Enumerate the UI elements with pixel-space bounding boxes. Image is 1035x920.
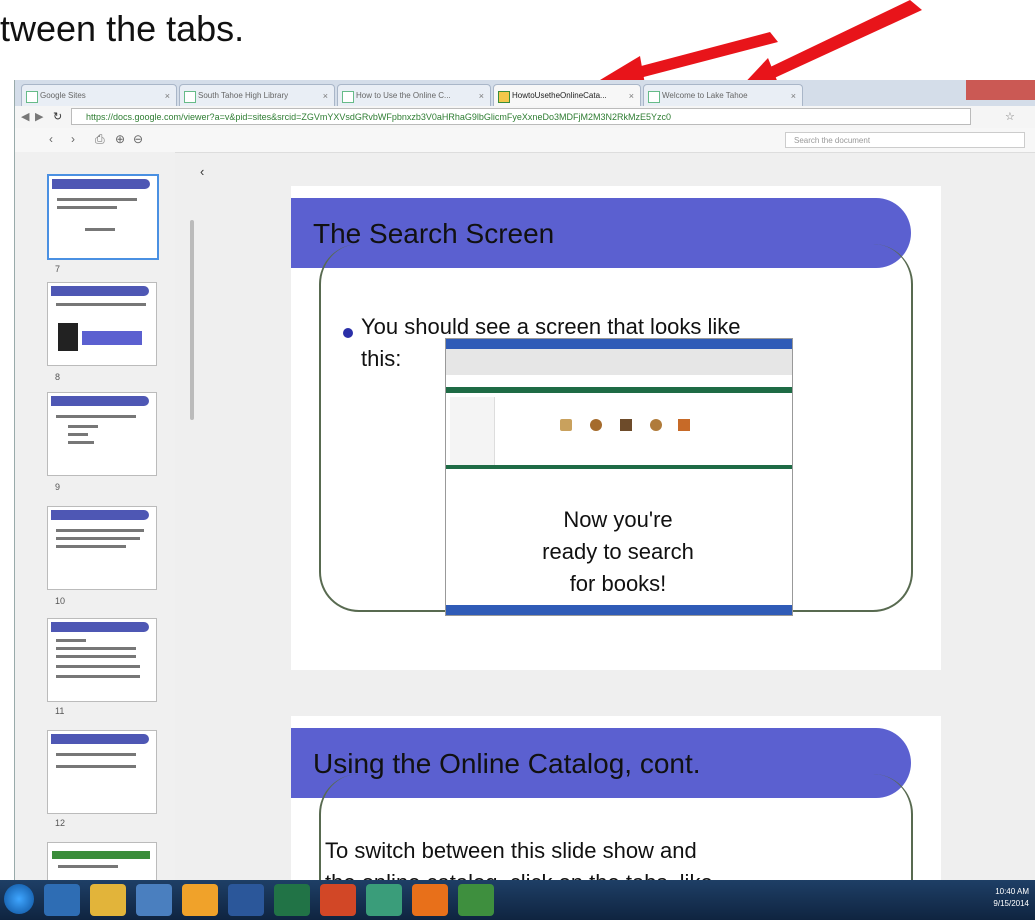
prev-page-icon[interactable]: ‹: [49, 132, 53, 146]
body-text-line-2: the online catalog, click on the tabs, l…: [325, 870, 713, 880]
ready-line-2: ready to search: [542, 539, 694, 564]
thumbnail-slide[interactable]: [47, 618, 157, 702]
sidebar-scrollbar[interactable]: [190, 220, 194, 420]
close-icon[interactable]: ×: [323, 85, 328, 106]
chrome-icon[interactable]: [458, 884, 494, 916]
thumbnail-slide[interactable]: [47, 506, 157, 590]
reload-icon[interactable]: ↻: [53, 110, 62, 123]
body-text-line-1: To switch between this slide show and: [325, 838, 697, 863]
page-icon: [342, 91, 354, 103]
back-icon[interactable]: ◀: [21, 110, 29, 123]
tab-label: How to Use the Online C...: [356, 91, 451, 100]
powerpoint-icon[interactable]: [320, 884, 356, 916]
thumbnail-slide[interactable]: [47, 174, 159, 260]
app-icon[interactable]: [136, 884, 172, 916]
tab-lake-tahoe[interactable]: Welcome to Lake Tahoe ×: [643, 84, 803, 106]
clock-time: 10:40 AM: [995, 887, 1029, 896]
url-field[interactable]: https://docs.google.com/viewer?a=v&pid=s…: [71, 108, 971, 125]
publisher-icon[interactable]: [366, 884, 402, 916]
excel-icon[interactable]: [274, 884, 310, 916]
close-icon[interactable]: ×: [165, 85, 170, 106]
search-document-input[interactable]: Search the document: [785, 132, 1025, 148]
slide-online-catalog: Using the Online Catalog, cont. To switc…: [291, 716, 941, 880]
thumbnail-slide[interactable]: [47, 282, 157, 366]
slide-caption: tween the tabs.: [0, 8, 245, 49]
tab-how-to-use[interactable]: How to Use the Online C... ×: [337, 84, 491, 106]
print-icon[interactable]: ⎙: [95, 132, 105, 147]
tab-strip: Google Sites × South Tahoe High Library …: [15, 80, 1035, 106]
close-icon[interactable]: ×: [479, 85, 484, 106]
thumbnail-number: 9: [55, 482, 61, 492]
tab-active-document[interactable]: HowtoUsetheOnlineCata... ×: [493, 84, 641, 106]
taskbar: 10:40 AM 9/15/2014: [0, 880, 1035, 920]
chevron-left-icon[interactable]: ‹: [200, 164, 204, 179]
thumbnail-slide[interactable]: [47, 730, 157, 814]
thumbnail-number: 12: [55, 818, 66, 828]
thumbnail-number: 10: [55, 596, 66, 606]
tab-label: Google Sites: [40, 91, 86, 100]
drive-icon: [498, 91, 510, 103]
thumbnail-slide[interactable]: [47, 392, 157, 476]
ready-text: Now you're ready to search for books!: [451, 504, 785, 600]
next-page-icon[interactable]: ›: [71, 132, 75, 146]
zoom-in-icon[interactable]: ⊕: [115, 132, 125, 146]
page-icon: [26, 91, 38, 103]
close-icon[interactable]: ×: [791, 85, 796, 106]
page-icon: [648, 91, 660, 103]
system-clock[interactable]: 10:40 AM 9/15/2014: [993, 886, 1029, 910]
close-icon[interactable]: ×: [629, 85, 634, 106]
tab-google-sites[interactable]: Google Sites ×: [21, 84, 177, 106]
window-controls[interactable]: [966, 80, 1035, 100]
bullet-icon: [343, 328, 353, 338]
tab-label: Welcome to Lake Tahoe: [662, 91, 748, 100]
tab-label: South Tahoe High Library: [198, 91, 289, 100]
thumbnail-sidebar: 7 8 9 10 11 12: [15, 152, 175, 880]
start-button[interactable]: [4, 884, 34, 914]
tab-south-tahoe[interactable]: South Tahoe High Library ×: [179, 84, 335, 106]
outlook-icon[interactable]: [182, 884, 218, 916]
slide-search-screen: The Search Screen You should see a scree…: [291, 186, 941, 670]
thumbnail-number: 7: [55, 264, 61, 274]
star-icon[interactable]: ☆: [1005, 110, 1015, 123]
ready-line-1: Now you're: [563, 507, 673, 532]
bullet-text: You should see a screen that looks like: [361, 314, 741, 339]
clock-date: 9/15/2014: [993, 899, 1029, 908]
slide-frame: [319, 774, 913, 880]
ready-line-3: for books!: [569, 571, 667, 596]
forward-icon[interactable]: ▶: [35, 110, 43, 123]
browser-window: Google Sites × South Tahoe High Library …: [14, 80, 1035, 880]
word-icon[interactable]: [228, 884, 264, 916]
tab-label: HowtoUsetheOnlineCata...: [512, 91, 607, 100]
thumbnail-slide[interactable]: [47, 842, 157, 880]
thumbnail-number: 8: [55, 372, 61, 382]
zoom-out-icon[interactable]: ⊖: [133, 132, 143, 146]
internet-explorer-icon[interactable]: [44, 884, 80, 916]
thumbnail-number: 11: [55, 706, 65, 716]
file-explorer-icon[interactable]: [90, 884, 126, 916]
document-toolbar: ‹ › ⎙ ⊕ ⊖ Search the document: [15, 128, 1035, 153]
firefox-icon[interactable]: [412, 884, 448, 916]
bullet-text-cont: this:: [361, 346, 402, 371]
address-bar: ◀ ▶ ↻ https://docs.google.com/viewer?a=v…: [15, 106, 1035, 129]
page-icon: [184, 91, 196, 103]
